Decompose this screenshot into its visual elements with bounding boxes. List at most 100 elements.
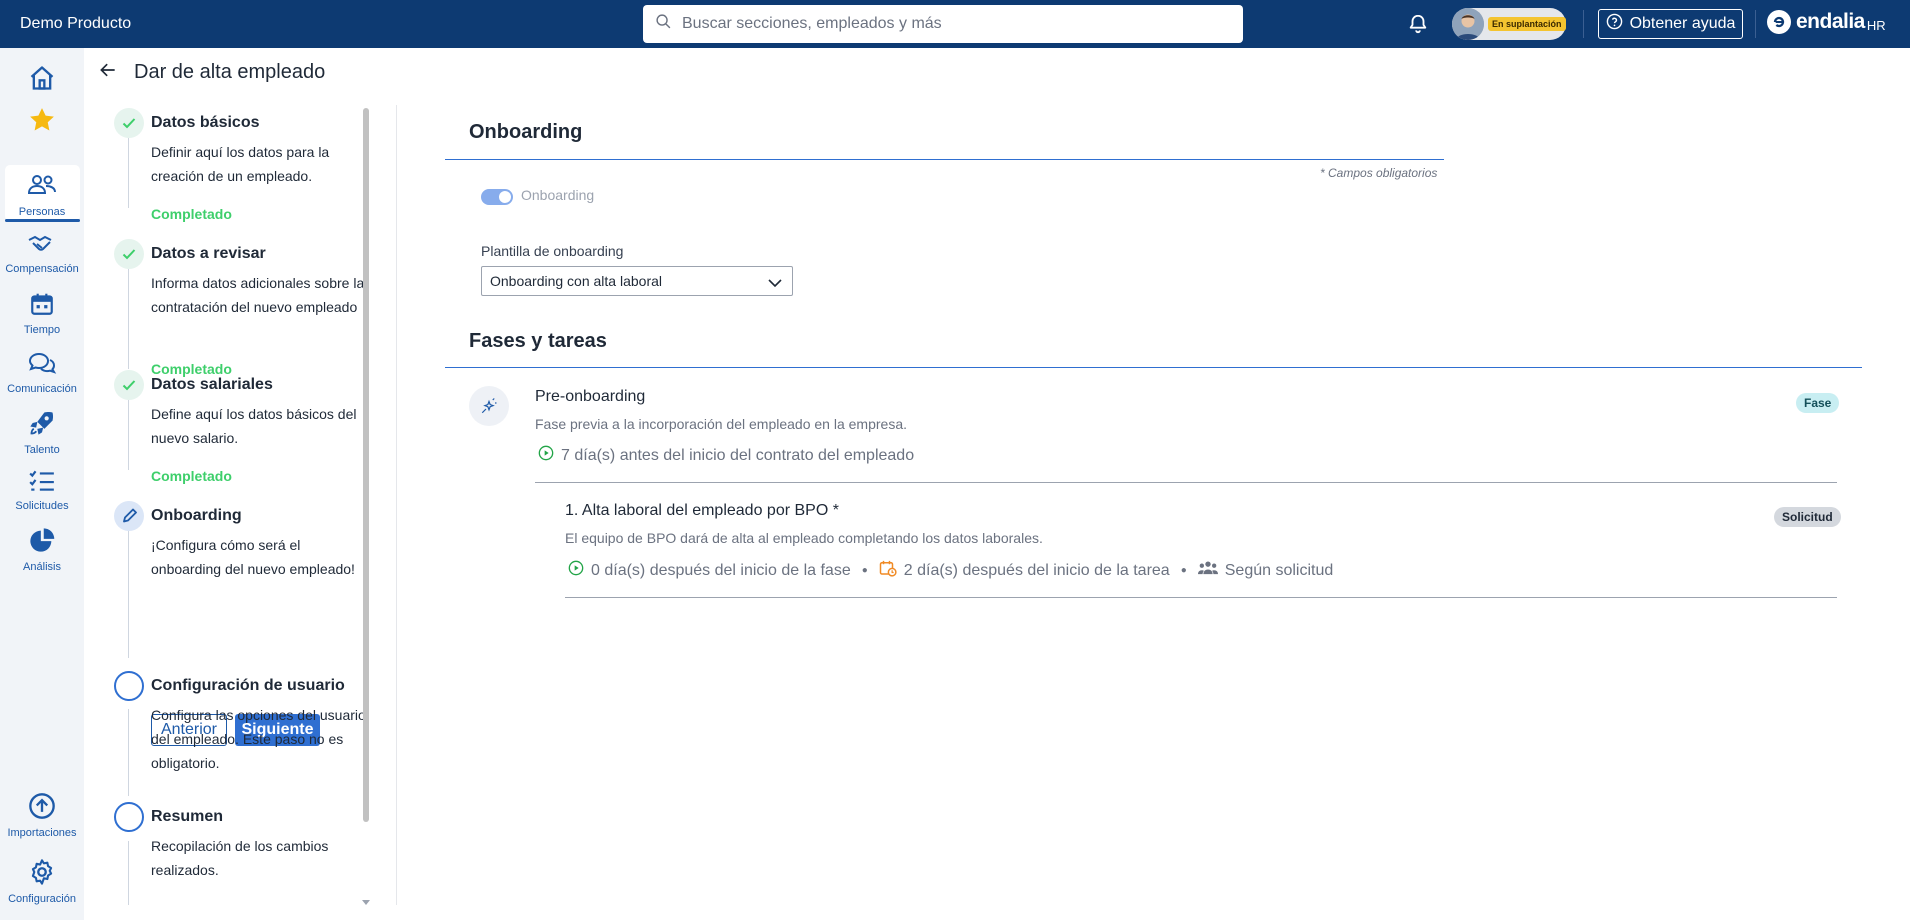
step-connector [128, 841, 129, 905]
step-title: Datos básicos [151, 114, 260, 131]
nav-label: Comunicación [7, 383, 77, 395]
step-connector [128, 393, 129, 470]
panel-divider [396, 105, 397, 905]
toggle-label: Onboarding [521, 187, 595, 203]
step-connector [128, 709, 129, 796]
nav-label: Importaciones [7, 827, 77, 839]
play-circle-icon [538, 445, 554, 466]
required-note: * Campos obligatorios [1320, 166, 1438, 180]
app-title: Demo Producto [20, 15, 132, 32]
gear-icon [28, 858, 56, 891]
page-header: Dar de alta empleado [98, 60, 325, 85]
step-connector [128, 262, 129, 369]
impersonation-badge: En suplantación [1488, 17, 1566, 31]
nav-favorites[interactable] [0, 105, 84, 140]
group-icon [1197, 559, 1218, 582]
brand-name: endalia [1796, 10, 1865, 33]
step-title: Configuración de usuario [151, 677, 345, 694]
task-title: 1. Alta laboral del empleado por BPO * [565, 502, 839, 519]
step-pending-icon [114, 802, 144, 832]
stepper-scrollbar[interactable] [363, 108, 369, 822]
phase-sparkle-icon [469, 386, 509, 426]
template-label: Plantilla de onboarding [481, 243, 624, 259]
onboarding-toggle[interactable] [481, 189, 513, 205]
step-pending-icon [114, 671, 144, 701]
onboarding-section-title: Onboarding [469, 121, 583, 143]
nav-home[interactable] [0, 64, 84, 97]
help-button[interactable]: Obtener ayuda [1598, 9, 1743, 39]
help-label: Obtener ayuda [1629, 15, 1736, 32]
nav-compensacion[interactable]: Compensación [0, 232, 84, 275]
nav-personas[interactable]: Personas [0, 165, 84, 221]
scroll-down-icon[interactable] [362, 893, 370, 911]
bell-icon[interactable] [1407, 13, 1429, 40]
nav-label: Análisis [23, 561, 61, 573]
task-start: 0 día(s) después del inicio de la fase [591, 561, 851, 579]
section-divider [445, 367, 1862, 368]
phase-timing-text: 7 día(s) antes del inicio del contrato d… [561, 446, 915, 464]
checklist-icon [28, 469, 56, 498]
phase-title: Pre-onboarding [535, 388, 646, 405]
step-connector [128, 131, 129, 208]
avatar [1452, 8, 1484, 40]
step-check-icon [114, 108, 144, 138]
star-icon [27, 105, 57, 140]
nav-talento[interactable]: Talento [0, 409, 84, 456]
step-desc: Define aquí los datos básicos del nuevo … [151, 406, 357, 446]
step-status: Completado [151, 206, 232, 222]
home-icon [28, 64, 56, 97]
step-status: Completado [151, 468, 232, 484]
nav-comunicacion[interactable]: Comunicación [0, 350, 84, 395]
nav-tiempo[interactable]: Tiempo [0, 291, 84, 336]
nav-importaciones[interactable]: Importaciones [0, 792, 84, 839]
nav-label: Personas [18, 206, 66, 218]
section-divider [445, 159, 1444, 160]
step-desc: ¡Configura cómo será el onboarding del n… [151, 537, 355, 577]
stepper: Datos básicos Definir aquí los datos par… [100, 100, 368, 905]
task-badge: Solicitud [1774, 507, 1841, 527]
divider [535, 482, 1837, 483]
phase-desc: Fase previa a la incorporación del emple… [535, 416, 907, 432]
separator-dot: ● [1180, 565, 1187, 576]
divider [1583, 10, 1584, 38]
nav-configuracion[interactable]: Configuración [0, 858, 84, 905]
page-title: Dar de alta empleado [134, 61, 326, 83]
task-due: 2 día(s) después del inicio de la tarea [903, 561, 1170, 579]
top-bar: Demo Producto Buscar secciones, empleado… [0, 0, 1910, 48]
divider [1755, 10, 1756, 38]
chat-icon [27, 350, 57, 381]
step-desc: Recopilación de los cambios realizados. [151, 838, 329, 878]
phase-timing: 7 día(s) antes del inicio del contrato d… [538, 445, 914, 466]
back-arrow-icon[interactable] [98, 60, 118, 85]
rocket-icon [28, 409, 56, 442]
step-desc: Definir aquí los datos para la creación … [151, 144, 330, 184]
help-icon [1606, 13, 1623, 35]
play-circle-icon [568, 560, 584, 581]
calendar-clock-icon [879, 559, 897, 582]
phases-section-title: Fases y tareas [469, 330, 607, 352]
handshake-icon [27, 232, 57, 261]
task-assignee: Según solicitud [1224, 561, 1334, 579]
global-search[interactable]: Buscar secciones, empleados y más [643, 5, 1243, 43]
step-title: Datos a revisar [151, 245, 266, 262]
template-select[interactable]: Onboarding con alta laboral [481, 266, 793, 296]
step-check-icon [114, 370, 144, 400]
brand-logo: endalia HR [1767, 10, 1886, 34]
phase-badge: Fase [1796, 393, 1840, 413]
left-navigation: Personas Compensación Tiempo Comunicació… [0, 48, 84, 920]
calendar-icon [29, 291, 55, 322]
search-icon [655, 13, 672, 35]
search-placeholder: Buscar secciones, empleados y más [682, 15, 942, 32]
step-title: Resumen [151, 808, 224, 825]
nav-solicitudes[interactable]: Solicitudes [0, 469, 84, 512]
step-title: Datos salariales [151, 376, 273, 393]
user-menu[interactable]: En suplantación [1452, 8, 1566, 40]
divider [565, 597, 1837, 598]
active-indicator [5, 219, 80, 222]
nav-label: Compensación [5, 263, 79, 275]
endalia-logo-icon [1767, 10, 1791, 34]
nav-label: Tiempo [23, 324, 61, 336]
pie-chart-icon [28, 526, 56, 559]
upload-icon [28, 792, 56, 825]
nav-analisis[interactable]: Análisis [0, 526, 84, 573]
